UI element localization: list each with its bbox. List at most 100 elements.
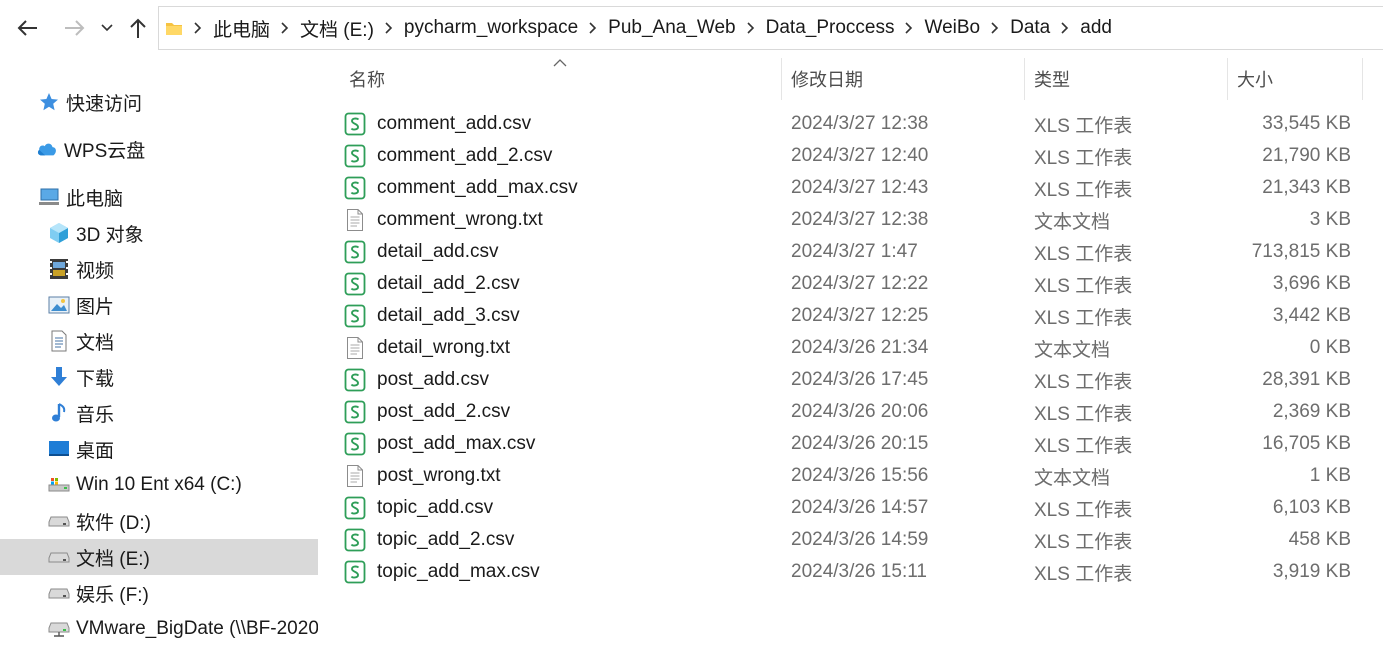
nav-item-drive-c[interactable]: Win 10 Ent x64 (C:): [0, 467, 318, 503]
spreadsheet-icon: [344, 272, 366, 296]
file-row[interactable]: topic_add.csv 2024/3/26 14:57 XLS 工作表 6,103…: [344, 492, 1364, 524]
file-name-cell[interactable]: post_add_2.csv: [344, 396, 510, 428]
back-button[interactable]: [14, 14, 42, 42]
nav-item-wps-cloud[interactable]: WPS云盘: [0, 131, 318, 167]
file-name: detail_add.csv: [377, 241, 499, 262]
navigation-pane: 快速访问 WPS云盘 此电脑 3D 对象 视频 图片 文档 下载 音乐 桌面 W…: [0, 58, 318, 657]
column-header-name[interactable]: 名称: [349, 58, 779, 100]
breadcrumb-item[interactable]: 此电脑: [209, 15, 274, 42]
text-file-icon: [344, 464, 366, 488]
folder-icon: [166, 23, 182, 35]
file-name-cell[interactable]: comment_wrong.txt: [344, 204, 543, 236]
nav-item-documents[interactable]: 文档: [0, 323, 318, 359]
file-type: XLS 工作表: [1034, 403, 1133, 425]
file-type: XLS 工作表: [1034, 275, 1133, 297]
file-type: 文本文档: [1034, 339, 1111, 361]
spreadsheet-icon: [344, 368, 366, 392]
column-header-label: 名称: [349, 70, 385, 90]
chevron-right-icon[interactable]: [984, 7, 1006, 49]
nav-item-videos[interactable]: 视频: [0, 251, 318, 287]
nav-item-pictures[interactable]: 图片: [0, 287, 318, 323]
breadcrumb: 此电脑 文档 (E:) pycharm_workspace Pub_Ana_We…: [187, 7, 1116, 49]
file-name-cell[interactable]: post_add.csv: [344, 364, 489, 396]
file-size: 3,696 KB: [1272, 273, 1351, 294]
file-list: 名称 修改日期 类型 大小 comment_add.csv 2024/3/27 1…: [320, 58, 1383, 657]
file-date: 2024/3/26 14:57: [791, 497, 929, 518]
recent-locations-button[interactable]: [96, 14, 118, 42]
file-row[interactable]: detail_wrong.txt 2024/3/26 21:34 文本文档 0 KB: [344, 332, 1364, 364]
file-name-cell[interactable]: detail_add_3.csv: [344, 300, 520, 332]
column-divider[interactable]: [1227, 58, 1228, 100]
file-row[interactable]: comment_add_2.csv 2024/3/27 12:40 XLS 工作表 2…: [344, 140, 1364, 172]
file-row[interactable]: post_wrong.txt 2024/3/26 15:56 文本文档 1 KB: [344, 460, 1364, 492]
breadcrumb-item[interactable]: add: [1076, 17, 1116, 39]
column-divider[interactable]: [781, 58, 782, 100]
file-name-cell[interactable]: detail_add.csv: [344, 236, 498, 268]
file-name-cell[interactable]: topic_add_2.csv: [344, 524, 514, 556]
column-header-date[interactable]: 修改日期: [791, 58, 1021, 100]
breadcrumb-item[interactable]: pycharm_workspace: [400, 17, 582, 39]
chevron-right-icon[interactable]: [187, 7, 209, 49]
file-name-cell[interactable]: post_add_max.csv: [344, 428, 535, 460]
forward-arrow-icon: [65, 20, 85, 36]
file-row[interactable]: detail_add_3.csv 2024/3/27 12:25 XLS 工作表 3,…: [344, 300, 1364, 332]
chevron-right-icon[interactable]: [582, 7, 604, 49]
column-divider[interactable]: [1024, 58, 1025, 100]
nav-item-desktop[interactable]: 桌面: [0, 431, 318, 467]
chevron-right-icon[interactable]: [740, 7, 762, 49]
breadcrumb-item[interactable]: Pub_Ana_Web: [604, 17, 739, 39]
breadcrumb-item[interactable]: 文档 (E:): [296, 15, 378, 42]
chevron-right-icon[interactable]: [1054, 7, 1076, 49]
chevron-down-icon: [101, 24, 113, 32]
file-row[interactable]: post_add_max.csv 2024/3/26 20:15 XLS 工作表 16…: [344, 428, 1364, 460]
file-row[interactable]: post_add.csv 2024/3/26 17:45 XLS 工作表 28,391…: [344, 364, 1364, 396]
nav-item-label: WPS云盘: [64, 140, 146, 162]
column-divider[interactable]: [1362, 58, 1363, 100]
file-name-cell[interactable]: topic_add_max.csv: [344, 556, 540, 588]
chevron-right-icon[interactable]: [378, 7, 400, 49]
navigation-bar: 此电脑 文档 (E:) pycharm_workspace Pub_Ana_We…: [0, 0, 1383, 58]
file-name-cell[interactable]: detail_wrong.txt: [344, 332, 510, 364]
file-name-cell[interactable]: detail_add_2.csv: [344, 268, 520, 300]
nav-item-3d-objects[interactable]: 3D 对象: [0, 215, 318, 251]
chevron-right-icon[interactable]: [274, 7, 296, 49]
nav-item-drive-f[interactable]: 娱乐 (F:): [0, 575, 318, 611]
nav-item-drive-e[interactable]: 文档 (E:): [0, 539, 318, 575]
breadcrumb-item[interactable]: WeiBo: [920, 17, 984, 39]
spreadsheet-icon: [344, 400, 366, 424]
column-header-label: 大小: [1237, 70, 1273, 90]
back-arrow-icon: [17, 20, 37, 36]
file-name-cell[interactable]: comment_add.csv: [344, 108, 531, 140]
file-type: XLS 工作表: [1034, 563, 1133, 585]
file-date: 2024/3/26 20:15: [791, 433, 929, 454]
file-row[interactable]: comment_wrong.txt 2024/3/27 12:38 文本文档 3 KB: [344, 204, 1364, 236]
file-name-cell[interactable]: comment_add_max.csv: [344, 172, 578, 204]
nav-item-music[interactable]: 音乐: [0, 395, 318, 431]
network-drive-icon: [48, 618, 70, 640]
nav-item-network-drive[interactable]: VMware_BigDate (\\BF-2020: [0, 611, 318, 647]
nav-item-drive-d[interactable]: 软件 (D:): [0, 503, 318, 539]
address-bar[interactable]: 此电脑 文档 (E:) pycharm_workspace Pub_Ana_We…: [158, 6, 1383, 50]
up-button[interactable]: [124, 14, 152, 42]
file-row[interactable]: comment_add.csv 2024/3/27 12:38 XLS 工作表 33,…: [344, 108, 1364, 140]
chevron-right-icon[interactable]: [898, 7, 920, 49]
nav-item-this-pc[interactable]: 此电脑: [0, 179, 318, 215]
breadcrumb-item[interactable]: Data: [1006, 17, 1054, 39]
forward-button[interactable]: [60, 14, 88, 42]
nav-item-downloads[interactable]: 下载: [0, 359, 318, 395]
file-type: XLS 工作表: [1034, 307, 1133, 329]
nav-item-quick-access[interactable]: 快速访问: [0, 84, 318, 120]
file-name-cell[interactable]: post_wrong.txt: [344, 460, 501, 492]
file-row[interactable]: topic_add_max.csv 2024/3/26 15:11 XLS 工作表 3…: [344, 556, 1364, 588]
file-row[interactable]: comment_add_max.csv 2024/3/27 12:43 XLS 工作…: [344, 172, 1364, 204]
file-row[interactable]: post_add_2.csv 2024/3/26 20:06 XLS 工作表 2,36…: [344, 396, 1364, 428]
file-name-cell[interactable]: comment_add_2.csv: [344, 140, 552, 172]
breadcrumb-item[interactable]: Data_Proccess: [762, 17, 899, 39]
column-header-type[interactable]: 类型: [1034, 58, 1224, 100]
file-name-cell[interactable]: topic_add.csv: [344, 492, 493, 524]
nav-item-label: Win 10 Ent x64 (C:): [76, 474, 242, 495]
file-row[interactable]: detail_add_2.csv 2024/3/27 12:22 XLS 工作表 3,…: [344, 268, 1364, 300]
column-header-size[interactable]: 大小: [1237, 58, 1357, 100]
file-row[interactable]: topic_add_2.csv 2024/3/26 14:59 XLS 工作表 458…: [344, 524, 1364, 556]
file-row[interactable]: detail_add.csv 2024/3/27 1:47 XLS 工作表 713,8…: [344, 236, 1364, 268]
